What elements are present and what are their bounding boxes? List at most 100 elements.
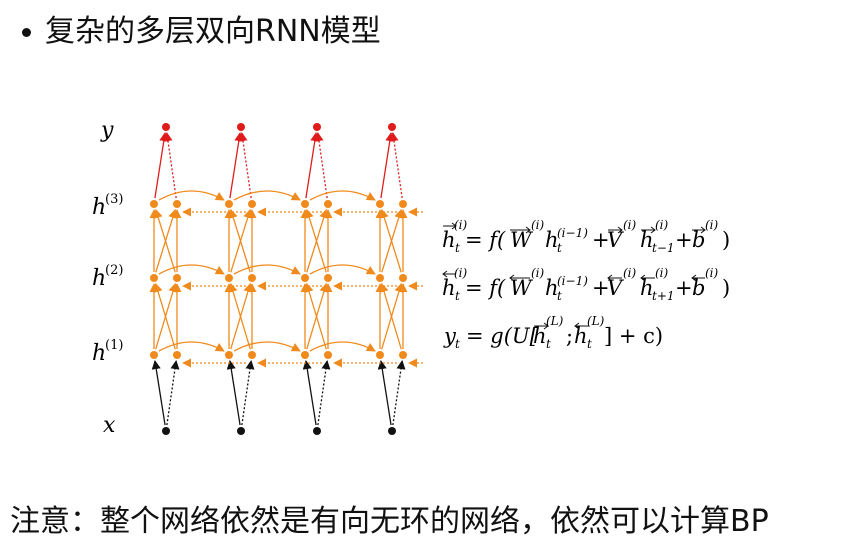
edge-recurrent-fwd [233,190,301,201]
input-node [388,427,396,435]
equation-output: y t = g(U[ h t (L) ; h t (L) ] + c) [443,314,663,351]
hidden-node-backward [324,274,332,282]
eq2-b-sup: (i) [705,266,719,280]
hidden-node-forward [376,200,384,208]
hidden-node-forward [301,351,309,359]
eq3-semi: ; [566,324,573,348]
hidden-node-forward [225,351,233,359]
hidden-node-backward [173,200,181,208]
edge-input-bwd [317,360,331,426]
eq1-close: ) [722,228,730,252]
label-y: y [100,118,114,143]
output-node [388,123,396,131]
eq2-hprev-sub: t [557,289,562,303]
edge-recurrent-fwd [309,264,376,275]
hidden-node-forward [150,200,158,208]
eq2-hrec-sub: t+1 [652,289,675,303]
hidden-node-forward [376,274,384,282]
label-h2-sup: (2) [105,263,123,278]
hidden-node-forward [301,274,309,282]
eq1-hprev-sup: (i−1) [557,226,588,240]
edge-recurrent-fwd [233,341,301,352]
edge-recurrent-fwd [233,264,301,275]
edge-recurrent-fwd [158,341,225,352]
rnn-diagram: y h (3) h (2) h (1) x h t (i) = f( W (i)… [92,118,730,438]
eq3-tail: ] + c) [604,324,663,348]
label-h1-sup: (1) [105,338,123,353]
eq2-lhs-sub: t [455,289,460,303]
hidden-node-backward [399,351,407,359]
hidden-node-backward [324,200,332,208]
hidden-node-forward [376,351,384,359]
hidden-node-backward [173,351,181,359]
eq1-W-sup: (i) [531,218,545,232]
input-node [313,427,321,435]
label-x: x [103,413,116,438]
edge-output-bwd [389,132,403,199]
hidden-node-forward [225,274,233,282]
eq2-V-sup: (i) [623,266,637,280]
edge-input-fwd [151,360,166,426]
edge-recurrent-fwd [309,341,376,352]
eq3-hf: h [533,324,547,348]
eq3-hb: h [574,324,588,348]
output-node [237,123,245,131]
eq2-plus2: + [675,276,693,300]
edge-input-fwd [226,360,241,426]
eq1-b-sup: (i) [705,218,719,232]
edge-input-bwd [166,360,180,426]
eq1-V: V [607,228,624,252]
eq3-lhs-sub: t [455,337,460,351]
eq1-hprev-sub: t [557,241,562,255]
hidden-node-backward [399,274,407,282]
edge-output-bwd [163,132,177,199]
output-node [313,123,321,131]
eq2-close: ) [722,276,730,300]
output-node [162,123,170,131]
edge-input-fwd [302,360,317,426]
hidden-node-forward [301,200,309,208]
eq1-hrec-sub: t−1 [652,241,675,255]
hidden-node-forward [150,274,158,282]
eq2-f: = f( [465,276,506,300]
eq3-hb-sup: (L) [587,314,605,328]
hidden-node-backward [173,274,181,282]
hidden-node-backward [248,351,256,359]
hidden-node-forward [150,351,158,359]
eq3-hf-sup: (L) [546,314,564,328]
hidden-node-forward [225,200,233,208]
eq2-hprev-sup: (i−1) [557,274,588,288]
input-node [237,427,245,435]
hidden-node-backward [324,351,332,359]
eq3-hb-sub: t [587,337,592,351]
footnote: 注意：整个网络依然是有向无环的网络，依然可以计算BP [10,504,769,539]
hidden-node-backward [248,200,256,208]
eq2-W-sup: (i) [531,266,545,280]
edge-output-fwd [229,132,244,199]
edge-output-bwd [314,132,328,199]
eq3-hf-sub: t [546,337,551,351]
edge-output-fwd [305,132,320,199]
eq3-g: = g(U[ [466,324,539,348]
eq2-hrec-sup: (i) [655,266,669,280]
equation-forward: h t (i) = f( W (i) h t (i−1) + V (i) h t… [442,218,730,255]
edge-recurrent-fwd [309,190,376,201]
edge-output-fwd [380,132,395,199]
eq1-plus2: + [675,228,693,252]
eq1-f: = f( [465,228,506,252]
edge-input-fwd [377,360,392,426]
hidden-node-backward [248,274,256,282]
hidden-node-backward [399,200,407,208]
edge-recurrent-fwd [158,264,225,275]
edge-input-bwd [392,360,406,426]
eq1-hrec-sup: (i) [655,218,669,232]
network-graph [149,123,423,435]
edge-output-fwd [154,132,169,199]
eq1-V-sup: (i) [623,218,637,232]
edge-recurrent-fwd [158,190,225,201]
edge-output-bwd [238,132,252,199]
edge-input-bwd [241,360,255,426]
eq1-lhs-sub: t [455,241,460,255]
label-h3-sup: (3) [105,192,123,207]
equation-backward: h t (i) = f( W (i) h t (i−1) + V (i) h t… [442,266,730,303]
